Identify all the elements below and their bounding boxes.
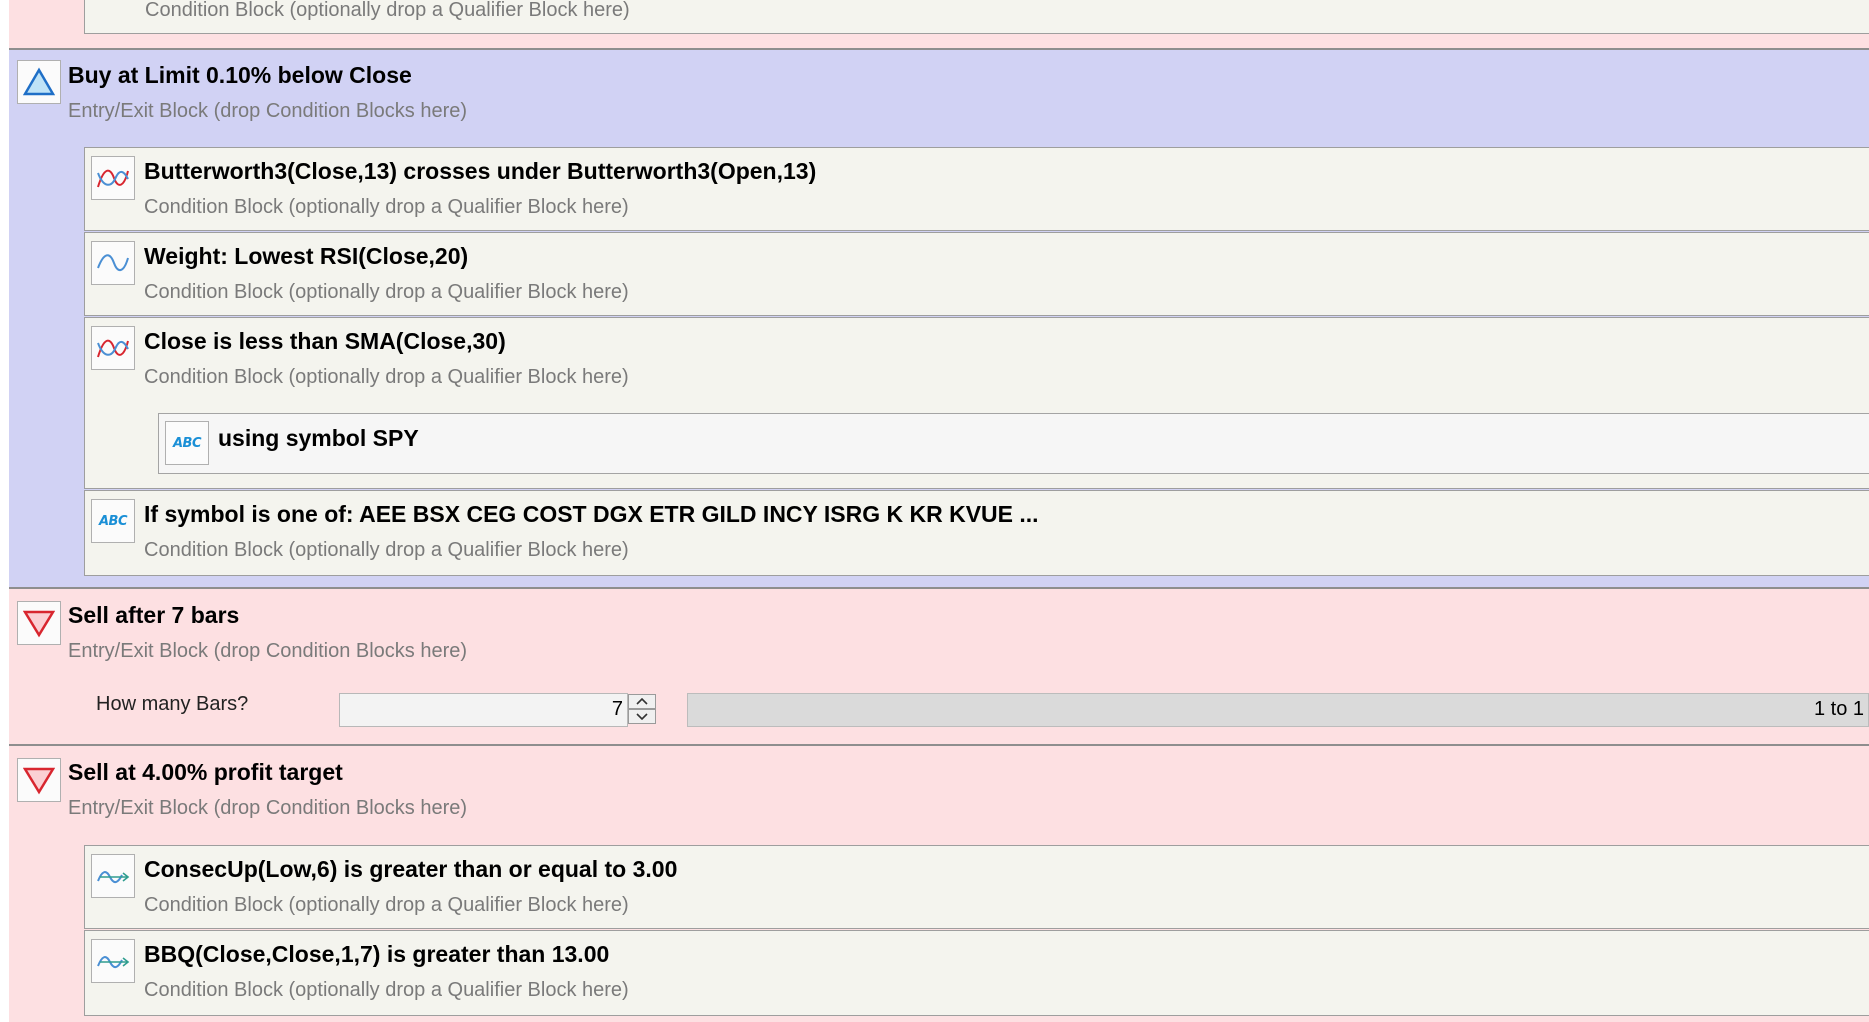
condition-block-consecup[interactable]: ConsecUp(Low,6) is greater than or equal… — [84, 845, 1869, 929]
wave-arrow-icon — [91, 854, 135, 898]
condition-subtitle: Condition Block (optionally drop a Quali… — [144, 894, 629, 916]
condition-title: ConsecUp(Low,6) is greater than or equal… — [144, 856, 678, 882]
condition-subtitle: Condition Block (optionally drop a Quali… — [144, 196, 629, 218]
qualifier-block-symbol[interactable]: ABC using symbol SPY — [158, 413, 1869, 474]
condition-subtitle: Condition Block (optionally drop a Quali… — [144, 366, 629, 388]
triangle-down-icon — [17, 601, 61, 645]
chevron-up-icon — [636, 698, 648, 705]
range-text: 1 to 1 — [1813, 698, 1864, 720]
qualifier-title: using symbol SPY — [218, 425, 419, 451]
spin-down-button[interactable] — [628, 709, 656, 724]
condition-title: Weight: Lowest RSI(Close,20) — [144, 243, 469, 269]
condition-subtitle: Condition Block (optionally drop a Quali… — [144, 979, 629, 1001]
condition-subtitle: Condition Block (optionally drop a Quali… — [144, 539, 629, 561]
condition-subtitle: Condition Block (optionally drop a Quali… — [144, 281, 629, 303]
exit-block-title: Sell after 7 bars — [68, 602, 240, 628]
bars-param-label: How many Bars? — [96, 693, 249, 715]
wave-icon — [91, 241, 135, 285]
wave-arrow-icon — [91, 939, 135, 983]
triangle-down-icon — [17, 758, 61, 802]
left-margin — [0, 0, 9, 1022]
crossover-icon — [91, 156, 135, 200]
bars-input[interactable]: 7 — [339, 693, 628, 727]
condition-block-bbq[interactable]: BBQ(Close,Close,1,7) is greater than 13.… — [84, 930, 1869, 1016]
condition-block-butterworth[interactable]: Butterworth3(Close,13) crosses under But… — [84, 147, 1869, 231]
abc-icon: ABC — [165, 421, 209, 465]
condition-title: Butterworth3(Close,13) crosses under But… — [144, 158, 817, 184]
chevron-down-icon — [636, 713, 648, 720]
condition-title: Close is less than SMA(Close,30) — [144, 328, 506, 354]
exit-block-subtitle: Entry/Exit Block (drop Condition Blocks … — [68, 797, 468, 819]
previous-condition-block[interactable]: Condition Block (optionally drop a Quali… — [84, 0, 1869, 34]
entry-block-title: Buy at Limit 0.10% below Close — [68, 62, 412, 88]
exit-block-subtitle: Entry/Exit Block (drop Condition Blocks … — [68, 640, 468, 662]
crossover-icon — [91, 326, 135, 370]
condition-subtitle: Condition Block (optionally drop a Quali… — [145, 0, 630, 21]
condition-title: BBQ(Close,Close,1,7) is greater than 13.… — [144, 941, 610, 967]
condition-block-symbol-list[interactable]: ABC If symbol is one of: AEE BSX CEG COS… — [84, 490, 1869, 576]
bars-range-track[interactable]: 1 to 1 — [687, 693, 1869, 727]
exit-block-title: Sell at 4.00% profit target — [68, 759, 343, 785]
condition-title: If symbol is one of: AEE BSX CEG COST DG… — [144, 501, 1039, 527]
abc-icon: ABC — [91, 499, 135, 543]
condition-block-weight[interactable]: Weight: Lowest RSI(Close,20) Condition B… — [84, 232, 1869, 316]
triangle-up-icon — [17, 60, 61, 104]
entry-block-subtitle: Entry/Exit Block (drop Condition Blocks … — [68, 100, 468, 122]
spin-up-button[interactable] — [628, 694, 656, 709]
